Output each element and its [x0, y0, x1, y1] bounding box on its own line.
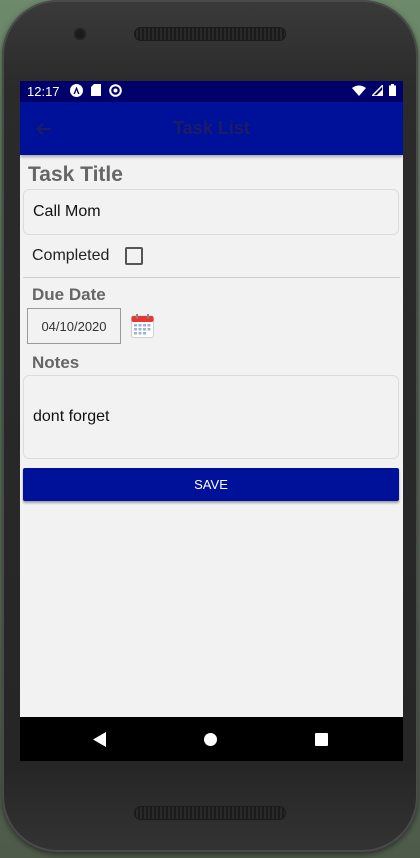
notes-label: Notes [32, 353, 80, 372]
signal-icon [370, 83, 384, 99]
status-right-icons [352, 83, 396, 99]
wifi-icon [352, 84, 366, 99]
due-date-input[interactable]: 04/10/2020 [27, 308, 121, 344]
completed-row: Completed [32, 247, 144, 265]
phone-frame: 12:17 Task List Task Title Call Mom Comp… [2, 0, 418, 852]
arrow-back-icon[interactable] [32, 117, 56, 141]
android-nav-bar [20, 717, 403, 761]
front-camera [74, 28, 86, 40]
status-time: 12:17 [27, 84, 60, 99]
sd-card-icon [90, 84, 101, 99]
notes-input[interactable]: dont forget [23, 375, 399, 459]
nav-home-icon[interactable] [204, 733, 217, 746]
bottom-speaker [134, 806, 286, 820]
sync-blocked-icon [108, 83, 122, 100]
completed-label: Completed [32, 247, 110, 264]
status-bar: 12:17 [20, 81, 403, 102]
due-date-label: Due Date [32, 285, 106, 304]
angular-icon [69, 83, 83, 100]
page-title: Task List [173, 118, 250, 138]
task-title-label: Task Title [28, 163, 123, 186]
nav-recents-icon[interactable] [315, 733, 328, 746]
top-speaker [134, 27, 286, 41]
app-bar: Task List [20, 102, 403, 155]
save-button[interactable]: SAVE [23, 468, 399, 501]
battery-icon [389, 84, 396, 99]
nav-back-icon[interactable] [93, 732, 106, 752]
calendar-icon[interactable] [131, 314, 154, 338]
task-title-input[interactable]: Call Mom [23, 189, 399, 235]
completed-checkbox[interactable] [125, 247, 144, 265]
divider [23, 277, 400, 278]
app-screen: 12:17 Task List Task Title Call Mom Comp… [20, 81, 403, 761]
